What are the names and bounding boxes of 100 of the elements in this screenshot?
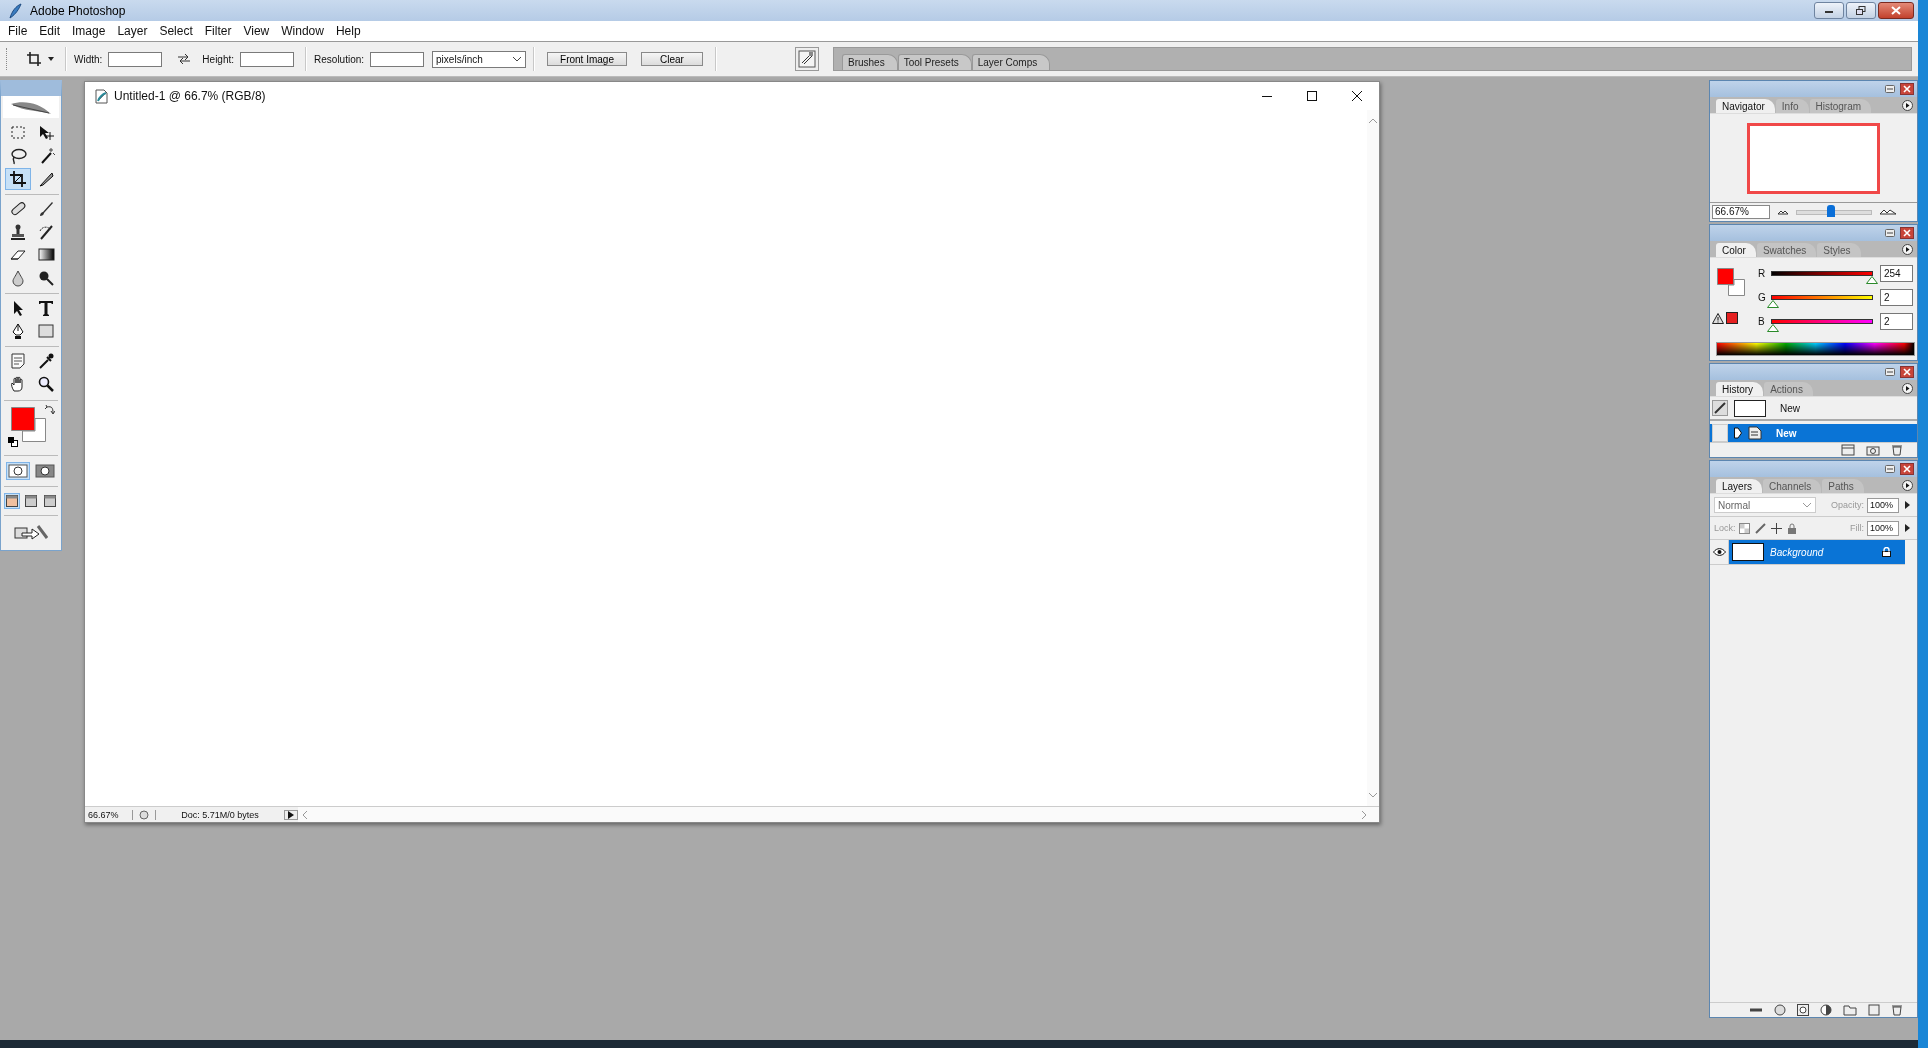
history-item[interactable]: New (1710, 424, 1917, 442)
screen-mode-button[interactable] (23, 493, 39, 509)
palette-tab[interactable]: Brushes (842, 54, 898, 70)
move-cross-icon[interactable] (1770, 522, 1782, 534)
scroll-down-icon[interactable] (1369, 792, 1377, 798)
close-button[interactable] (1900, 366, 1914, 378)
panel-tab[interactable]: Paths (1822, 479, 1864, 493)
opacity-field[interactable]: 100% (1867, 497, 1899, 513)
play-arrow-icon[interactable] (288, 810, 294, 819)
zoom-in-icon[interactable] (1880, 209, 1896, 215)
palette-icon[interactable] (798, 50, 816, 68)
mask-mode-button[interactable] (32, 462, 57, 480)
fill-field[interactable]: 100% (1867, 520, 1899, 536)
arrow-right-icon[interactable] (1905, 501, 1910, 509)
panel-tab[interactable]: Styles (1817, 243, 1861, 257)
foreground-swatch[interactable] (11, 407, 35, 431)
panel-tab[interactable]: Channels (1763, 479, 1822, 493)
close-button[interactable] (1878, 2, 1914, 19)
zoom-field[interactable]: 66.67% (85, 809, 133, 820)
warning-icon[interactable] (1712, 312, 1724, 324)
trash-icon[interactable] (1891, 444, 1903, 456)
close-button[interactable] (1900, 83, 1914, 95)
slider-thumb[interactable] (1827, 204, 1836, 217)
close-button[interactable] (1900, 227, 1914, 239)
panel-tab[interactable]: Histogram (1809, 99, 1872, 113)
folder-icon[interactable] (1843, 1004, 1857, 1016)
scroll-up-icon[interactable] (1369, 118, 1377, 124)
palette-tab[interactable]: Tool Presets (897, 54, 972, 70)
scroll-right-icon[interactable] (1361, 810, 1367, 819)
input-field[interactable] (240, 51, 295, 67)
value-field[interactable]: 2 (1880, 289, 1913, 306)
panel-tab[interactable]: History (1716, 382, 1764, 396)
minimize-button[interactable] (1883, 366, 1897, 378)
blend-mode-dropdown[interactable]: Normal (1714, 497, 1816, 513)
horizontal-scrollbar[interactable] (298, 807, 1379, 822)
layer-row[interactable]: Background (1729, 540, 1905, 564)
option-button[interactable]: Clear (641, 52, 703, 66)
option-button[interactable]: Front Image (547, 52, 627, 66)
menu-item[interactable]: Filter (198, 22, 238, 40)
history-item[interactable]: New (1710, 397, 1917, 421)
foreground-swatch[interactable] (1717, 268, 1734, 285)
arrow-right-icon[interactable] (1905, 524, 1910, 532)
color-ramp[interactable] (1716, 342, 1915, 356)
panel-tab[interactable]: Info (1775, 99, 1809, 113)
minimize-button[interactable] (1883, 463, 1897, 475)
panel-tab[interactable]: Layers (1716, 479, 1762, 493)
layer-thumbnail (1732, 543, 1764, 561)
close-button[interactable] (1900, 463, 1914, 475)
minimize-button[interactable] (1814, 2, 1844, 19)
checker-icon[interactable] (1738, 522, 1750, 534)
menu-item[interactable]: Select (153, 22, 199, 40)
panel-tab[interactable]: Actions (1764, 382, 1813, 396)
input-field[interactable] (370, 51, 425, 67)
scroll-left-icon[interactable] (302, 810, 308, 819)
slider-thumb[interactable] (1865, 276, 1878, 284)
new-document-icon[interactable] (1841, 444, 1855, 456)
menu-item[interactable]: File (2, 22, 34, 40)
panel-tab[interactable]: Color (1716, 243, 1756, 257)
palette-tab[interactable]: Layer Comps (971, 54, 1051, 70)
minimize-button[interactable] (1883, 83, 1897, 95)
swap-arrow-icon[interactable] (45, 405, 55, 415)
lock-icon[interactable] (1882, 547, 1891, 557)
menu-item[interactable]: Layer (111, 22, 154, 40)
value-field[interactable]: 254 (1880, 265, 1913, 282)
unit-dropdown[interactable]: pixels/inch (432, 50, 527, 68)
vertical-scrollbar[interactable] (1367, 110, 1379, 806)
slider-thumb[interactable] (1766, 324, 1779, 332)
restore-button[interactable] (1846, 2, 1876, 19)
effects-icon[interactable] (1774, 1004, 1786, 1016)
status-icon[interactable] (139, 809, 149, 820)
new-layer-icon[interactable] (1868, 1004, 1880, 1016)
channel-label: R (1758, 268, 1766, 279)
minimize-button[interactable] (1883, 227, 1897, 239)
zoom-field[interactable]: 66.67% (1712, 205, 1770, 219)
zoom-out-icon[interactable] (1778, 209, 1788, 215)
tool-button[interactable] (5, 168, 31, 190)
menu-item[interactable]: Image (66, 22, 112, 40)
half-circle-icon[interactable] (1820, 1004, 1832, 1016)
panel-tab[interactable]: Swatches (1756, 243, 1817, 257)
background-swatch[interactable] (22, 418, 46, 442)
screen-mode-button[interactable] (4, 493, 20, 509)
default-colors-icon[interactable] (8, 437, 18, 447)
brush-icon[interactable] (1754, 522, 1766, 534)
trash-icon[interactable] (1891, 1004, 1903, 1016)
swap-arrows-icon[interactable] (178, 54, 191, 64)
slider-thumb[interactable] (1766, 300, 1779, 308)
menu-item[interactable]: Window (275, 22, 330, 40)
mask-mode-button[interactable] (5, 462, 30, 480)
panel-tab[interactable]: Navigator (1716, 99, 1775, 113)
mask-icon[interactable] (1797, 1004, 1809, 1016)
value-field[interactable]: 2 (1880, 313, 1913, 330)
minimize-icon (1885, 368, 1895, 376)
menu-item[interactable]: Help (329, 22, 367, 40)
gamut-swatch[interactable] (1726, 312, 1738, 324)
feather-icon (8, 2, 22, 19)
camera-icon[interactable] (1866, 444, 1880, 456)
menu-item[interactable]: View (237, 22, 276, 40)
menu-item[interactable]: Edit (33, 22, 67, 40)
input-field[interactable] (108, 51, 163, 67)
screen-mode-button[interactable] (42, 493, 58, 509)
